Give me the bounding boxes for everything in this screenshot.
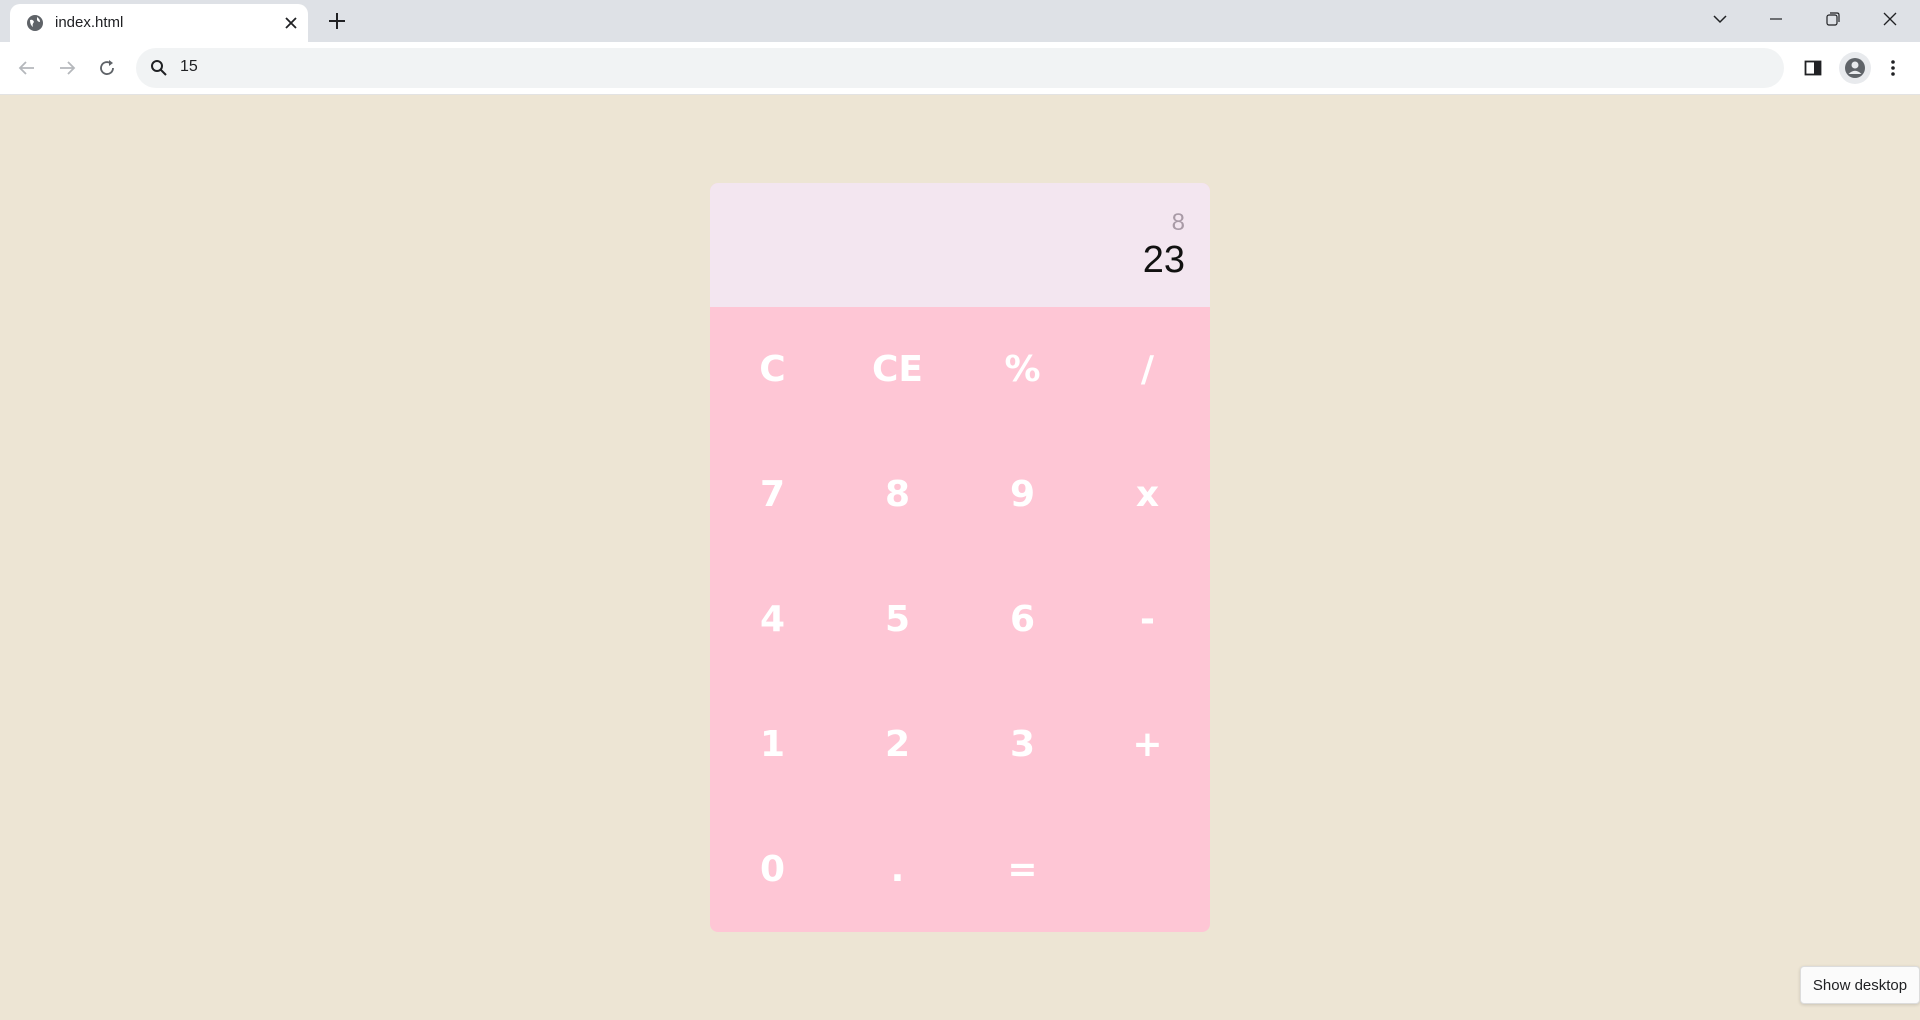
browser-tabstrip: index.html — [0, 0, 1920, 42]
browser-toolbar: 15 — [0, 42, 1920, 95]
key-equals[interactable]: = — [960, 807, 1085, 932]
key-subtract[interactable]: - — [1085, 557, 1210, 682]
key-0[interactable]: 0 — [710, 807, 835, 932]
key-divide[interactable]: / — [1085, 307, 1210, 432]
more-menu-icon[interactable] — [1879, 54, 1907, 82]
restore-icon[interactable] — [1805, 0, 1861, 38]
key-add[interactable]: + — [1085, 682, 1210, 807]
key-decimal[interactable]: . — [835, 807, 960, 932]
key-5[interactable]: 5 — [835, 557, 960, 682]
minimize-icon[interactable] — [1748, 0, 1804, 38]
key-8[interactable]: 8 — [835, 432, 960, 557]
tab-title: index.html — [55, 14, 124, 31]
reload-icon[interactable] — [93, 54, 121, 82]
key-6[interactable]: 6 — [960, 557, 1085, 682]
previous-operand: 8 — [1171, 209, 1185, 236]
browser-tab[interactable]: index.html — [10, 4, 308, 42]
key-1[interactable]: 1 — [710, 682, 835, 807]
profile-avatar-icon[interactable] — [1839, 52, 1871, 84]
close-window-icon[interactable] — [1862, 0, 1918, 38]
key-2[interactable]: 2 — [835, 682, 960, 807]
key-multiply[interactable]: x — [1085, 432, 1210, 557]
key-9[interactable]: 9 — [960, 432, 1085, 557]
show-desktop-tooltip: Show desktop — [1800, 966, 1920, 1004]
side-panel-icon[interactable] — [1799, 54, 1827, 82]
back-arrow-icon[interactable] — [13, 54, 41, 82]
address-bar[interactable]: 15 — [136, 48, 1784, 88]
tab-search-chevron-icon[interactable] — [1692, 0, 1748, 38]
key-clear-entry[interactable]: CE — [835, 307, 960, 432]
key-clear[interactable]: C — [710, 307, 835, 432]
key-percent[interactable]: % — [960, 307, 1085, 432]
close-tab-icon[interactable] — [282, 14, 300, 32]
current-operand: 23 — [1142, 239, 1185, 281]
calculator: 8 23 C CE % / 7 8 9 x 4 5 6 - 1 2 3 + 0 … — [710, 183, 1210, 932]
key-3[interactable]: 3 — [960, 682, 1085, 807]
key-4[interactable]: 4 — [710, 557, 835, 682]
search-icon — [151, 60, 167, 76]
address-bar-text: 15 — [180, 58, 198, 75]
page-body: 8 23 C CE % / 7 8 9 x 4 5 6 - 1 2 3 + 0 … — [0, 95, 1920, 1020]
calculator-keypad: C CE % / 7 8 9 x 4 5 6 - 1 2 3 + 0 . = — [710, 307, 1210, 932]
new-tab-plus-icon[interactable] — [323, 10, 351, 32]
key-7[interactable]: 7 — [710, 432, 835, 557]
forward-arrow-icon[interactable] — [53, 54, 81, 82]
globe-icon — [27, 15, 43, 31]
calculator-display: 8 23 — [710, 183, 1210, 307]
